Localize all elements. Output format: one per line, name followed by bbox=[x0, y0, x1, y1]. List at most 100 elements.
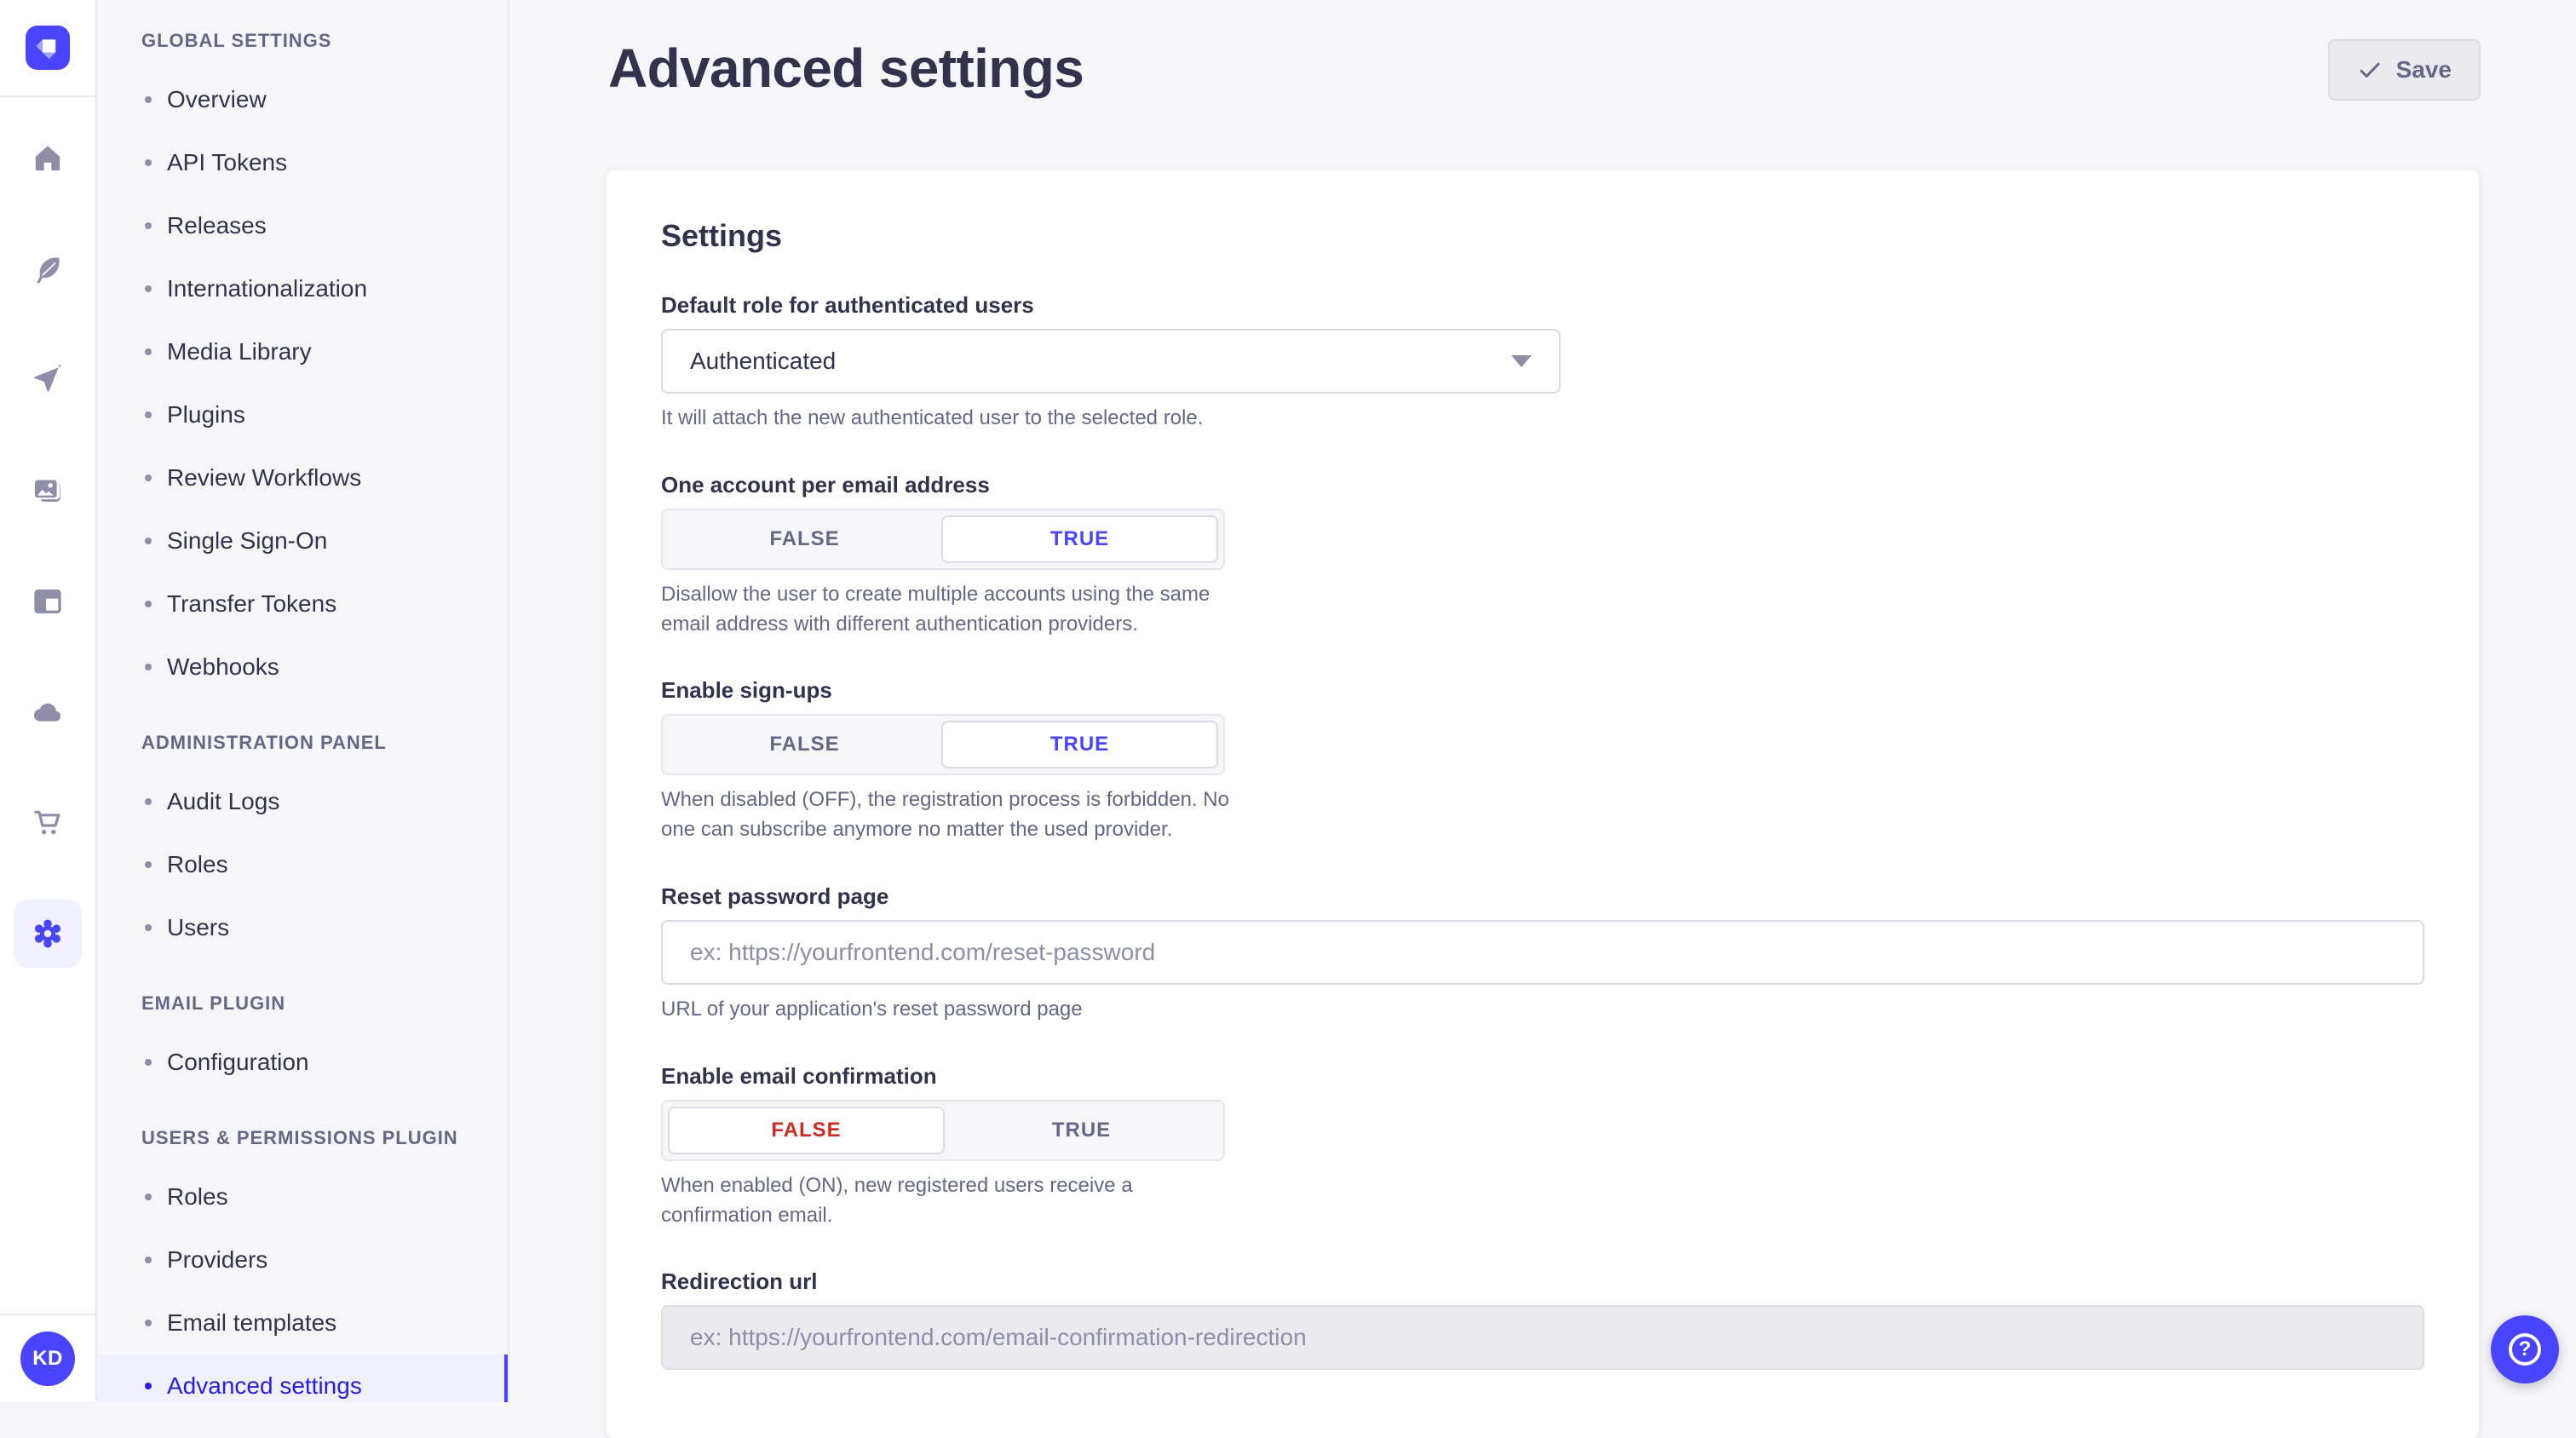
email-confirmation-label: Enable email confirmation bbox=[661, 1062, 2424, 1090]
bullet-icon bbox=[145, 159, 152, 166]
rail-bottom: KD bbox=[0, 1314, 95, 1402]
sidebar-item-label: Transfer Tokens bbox=[167, 590, 336, 618]
sign-ups-toggle-true[interactable]: TRUE bbox=[941, 721, 1218, 768]
sign-ups-hint: When disabled (OFF), the registration pr… bbox=[661, 785, 1233, 845]
bullet-icon bbox=[145, 285, 152, 292]
bullet-icon bbox=[145, 601, 152, 607]
sidebar-item-audit-logs[interactable]: Audit Logs bbox=[97, 770, 508, 833]
check-icon bbox=[2357, 57, 2383, 83]
field-default-role: Default role for authenticated users Aut… bbox=[661, 291, 2424, 434]
paper-plane-icon[interactable] bbox=[14, 346, 82, 414]
bullet-icon bbox=[145, 348, 152, 355]
sidebar-item-label: Plugins bbox=[167, 401, 245, 429]
strapi-logo[interactable] bbox=[0, 0, 95, 97]
bullet-icon bbox=[145, 222, 152, 229]
quill-icon[interactable] bbox=[14, 235, 82, 303]
help-button[interactable]: ? bbox=[2491, 1315, 2559, 1383]
bullet-icon bbox=[145, 1059, 152, 1066]
one-account-label: One account per email address bbox=[661, 471, 2424, 498]
sidebar-item-advanced-settings[interactable]: Advanced settings bbox=[97, 1355, 508, 1402]
field-enable-email-confirmation: Enable email confirmation FALSE TRUE Whe… bbox=[661, 1062, 2424, 1231]
email-confirmation-hint: When enabled (ON), new registered users … bbox=[661, 1171, 1233, 1231]
sidebar-item-users[interactable]: Users bbox=[97, 896, 508, 959]
email-confirmation-toggle-true[interactable]: TRUE bbox=[945, 1107, 1218, 1154]
page-header: Advanced settings Save bbox=[511, 0, 2576, 170]
gear-icon[interactable] bbox=[14, 900, 82, 968]
avatar[interactable]: KD bbox=[20, 1332, 75, 1386]
redirection-url-input[interactable] bbox=[661, 1305, 2424, 1370]
sidebar-section-title: EMAIL PLUGIN bbox=[97, 990, 508, 1017]
sidebar-item-roles[interactable]: Roles bbox=[97, 833, 508, 896]
sidebar-item-label: Email templates bbox=[167, 1309, 336, 1337]
sidebar-item-api-tokens[interactable]: API Tokens bbox=[97, 131, 508, 194]
main-content: Advanced settings Save Settings Default … bbox=[511, 0, 2576, 1402]
sidebar-item-releases[interactable]: Releases bbox=[97, 194, 508, 257]
home-icon[interactable] bbox=[14, 124, 82, 193]
bullet-icon bbox=[145, 1194, 152, 1200]
field-redirection-url: Redirection url bbox=[661, 1268, 2424, 1370]
layout-icon[interactable] bbox=[14, 567, 82, 636]
sidebar-item-label: Configuration bbox=[167, 1049, 309, 1076]
settings-subnav: GLOBAL SETTINGS Overview API Tokens Release… bbox=[97, 0, 509, 1402]
sidebar-item-label: Providers bbox=[167, 1246, 267, 1274]
sidebar-section-title: ADMINISTRATION PANEL bbox=[97, 729, 508, 756]
reset-password-label: Reset password page bbox=[661, 883, 2424, 910]
default-role-hint: It will attach the new authenticated use… bbox=[661, 404, 2424, 434]
cart-icon[interactable] bbox=[14, 789, 82, 857]
sidebar-item-roles[interactable]: Roles bbox=[97, 1165, 508, 1228]
save-button-label: Save bbox=[2396, 56, 2452, 83]
sidebar-item-single-sign-on[interactable]: Single Sign-On bbox=[97, 509, 508, 572]
sidebar-item-providers[interactable]: Providers bbox=[97, 1228, 508, 1291]
default-role-label: Default role for authenticated users bbox=[661, 291, 2424, 319]
default-role-value: Authenticated bbox=[690, 348, 836, 375]
field-one-account-per-email: One account per email address FALSE TRUE… bbox=[661, 471, 2424, 640]
sidebar-item-transfer-tokens[interactable]: Transfer Tokens bbox=[97, 572, 508, 636]
one-account-toggle-true[interactable]: TRUE bbox=[941, 515, 1218, 563]
sidebar-item-label: Advanced settings bbox=[167, 1372, 362, 1400]
card-heading: Settings bbox=[661, 218, 2424, 254]
sidebar-item-label: Overview bbox=[167, 86, 267, 113]
field-enable-sign-ups: Enable sign-ups FALSE TRUE When disabled… bbox=[661, 676, 2424, 845]
bullet-icon bbox=[145, 664, 152, 670]
sidebar-item-plugins[interactable]: Plugins bbox=[97, 383, 508, 446]
default-role-select[interactable]: Authenticated bbox=[661, 329, 1561, 394]
bullet-icon bbox=[145, 96, 152, 103]
sidebar-item-email-templates[interactable]: Email templates bbox=[97, 1291, 508, 1355]
email-confirmation-toggle-false[interactable]: FALSE bbox=[668, 1107, 945, 1154]
one-account-toggle-false[interactable]: FALSE bbox=[668, 515, 941, 563]
field-reset-password-page: Reset password page URL of your applicat… bbox=[661, 883, 2424, 1025]
sidebar-item-media-library[interactable]: Media Library bbox=[97, 320, 508, 383]
sidebar-item-configuration[interactable]: Configuration bbox=[97, 1031, 508, 1094]
sidebar-item-label: API Tokens bbox=[167, 149, 287, 176]
bullet-icon bbox=[145, 1257, 152, 1263]
sidebar-item-label: Single Sign-On bbox=[167, 527, 327, 555]
sidebar-item-label: Roles bbox=[167, 851, 228, 878]
reset-password-input[interactable] bbox=[661, 920, 2424, 985]
sidebar-item-label: Review Workflows bbox=[167, 464, 361, 492]
sidebar-item-label: Audit Logs bbox=[167, 788, 279, 815]
cloud-icon[interactable] bbox=[14, 678, 82, 746]
save-button[interactable]: Save bbox=[2328, 39, 2481, 101]
bullet-icon bbox=[145, 538, 152, 544]
sidebar-item-webhooks[interactable]: Webhooks bbox=[97, 636, 508, 699]
bullet-icon bbox=[145, 1383, 152, 1389]
one-account-hint: Disallow the user to create multiple acc… bbox=[661, 580, 1233, 640]
icon-rail: KD bbox=[0, 0, 97, 1402]
sidebar-item-overview[interactable]: Overview bbox=[97, 68, 508, 131]
reset-password-hint: URL of your application's reset password… bbox=[661, 995, 2424, 1025]
bullet-icon bbox=[145, 798, 152, 805]
sidebar-section-title: GLOBAL SETTINGS bbox=[97, 27, 508, 55]
bullet-icon bbox=[145, 411, 152, 418]
sidebar-item-internationalization[interactable]: Internationalization bbox=[97, 257, 508, 320]
sidebar-item-review-workflows[interactable]: Review Workflows bbox=[97, 446, 508, 509]
sidebar-item-label: Media Library bbox=[167, 338, 312, 365]
one-account-toggle: FALSE TRUE bbox=[661, 509, 1225, 570]
question-mark-icon: ? bbox=[2509, 1333, 2541, 1366]
media-images-icon[interactable] bbox=[14, 457, 82, 525]
page-title: Advanced settings bbox=[608, 34, 1084, 102]
sign-ups-toggle: FALSE TRUE bbox=[661, 714, 1225, 775]
sidebar-section-title: USERS & PERMISSIONS PLUGIN bbox=[97, 1125, 508, 1152]
sign-ups-toggle-false[interactable]: FALSE bbox=[668, 721, 941, 768]
bullet-icon bbox=[145, 475, 152, 481]
sidebar-item-label: Roles bbox=[167, 1183, 228, 1211]
